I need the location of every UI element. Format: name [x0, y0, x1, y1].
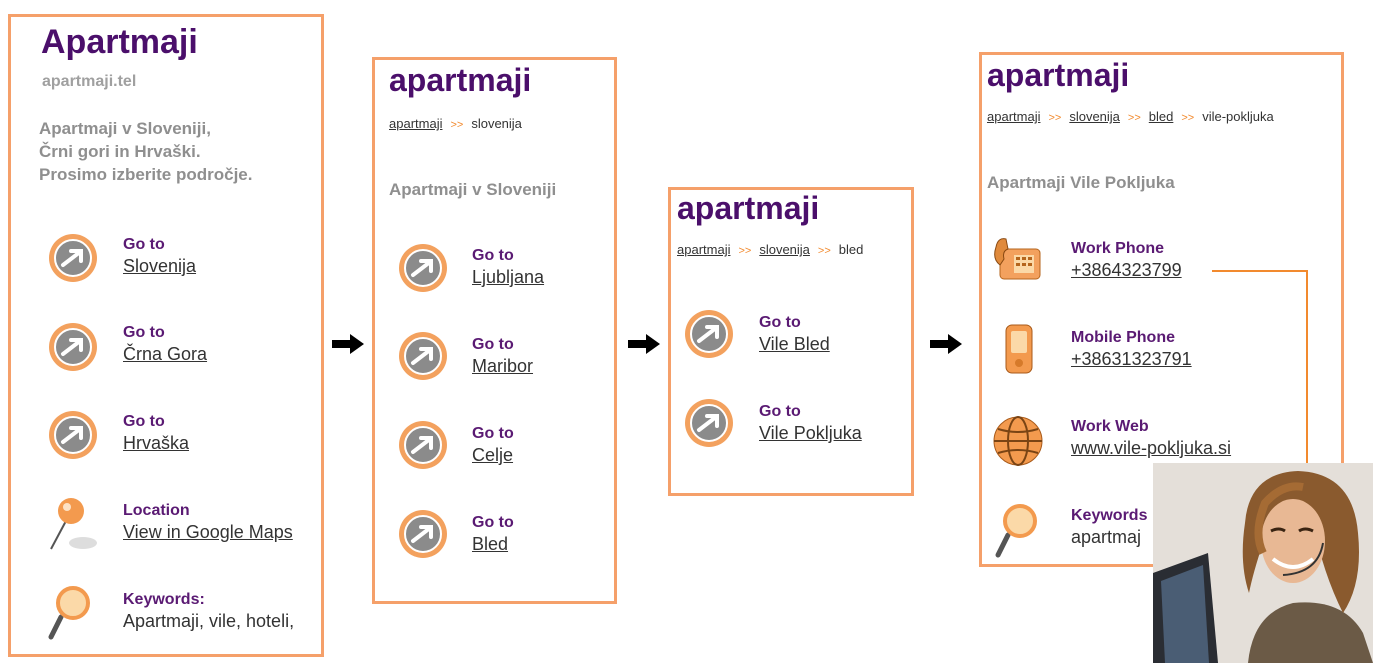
- arrow-circle-icon[interactable]: [683, 308, 735, 360]
- link-celje[interactable]: Celje: [472, 444, 514, 466]
- arrow-circle-icon[interactable]: [397, 330, 449, 382]
- item-label: Go to: [123, 236, 165, 253]
- item-label: Go to: [472, 336, 514, 353]
- arrow-circle-icon[interactable]: [47, 409, 99, 461]
- link-vile-bled[interactable]: Vile Bled: [759, 333, 830, 355]
- magnifier-icon: [994, 501, 1044, 559]
- arrow-circle-icon[interactable]: [397, 242, 449, 294]
- link-hrvaska[interactable]: Hrvaška: [123, 432, 189, 454]
- support-agent-photo: [1153, 463, 1373, 663]
- page-title: apartmaji: [677, 190, 820, 226]
- list-item-crna-gora: Go to Črna Gora: [123, 323, 207, 365]
- item-label: Location: [123, 502, 190, 519]
- list-item-slovenija: Go to Slovenija: [123, 235, 196, 277]
- breadcrumb-current: bled: [838, 242, 864, 257]
- section-subtitle: Apartmaji v Sloveniji: [389, 180, 557, 199]
- breadcrumb-separator: >>: [450, 119, 464, 131]
- link-crna-gora[interactable]: Črna Gora: [123, 343, 207, 365]
- keywords-value: Apartmaji, vile, hoteli,: [123, 611, 295, 631]
- breadcrumb-link-apartmaji[interactable]: apartmaji: [987, 109, 1040, 124]
- breadcrumb: apartmaji >> slovenija >> bled >> vile-pokljuk…: [987, 109, 1274, 124]
- link-google-maps[interactable]: View in Google Maps: [123, 521, 293, 543]
- description-line-3: Prosimo izberite področje.: [39, 165, 253, 184]
- item-label: Mobile Phone: [1071, 329, 1175, 346]
- description: Apartmaji v Sloveniji, Črni gori in Hrva…: [39, 117, 253, 186]
- item-label: Work Phone: [1071, 240, 1165, 257]
- page-title: Apartmaji: [41, 23, 198, 61]
- breadcrumb-separator: >>: [1127, 112, 1141, 124]
- link-vile-pokljuka[interactable]: Vile Pokljuka: [759, 422, 862, 444]
- keywords-value: apartmaj: [1071, 527, 1142, 547]
- flow-arrow-icon: [928, 333, 964, 355]
- item-label: Go to: [123, 324, 165, 341]
- item-label: Go to: [123, 413, 165, 430]
- breadcrumb: apartmaji >> slovenija >> bled: [677, 242, 863, 257]
- globe-icon: [992, 415, 1044, 467]
- breadcrumb-link-apartmaji[interactable]: apartmaji: [677, 242, 730, 257]
- breadcrumb-current: slovenija: [471, 116, 522, 131]
- mobile-phone-icon: [1002, 323, 1036, 375]
- section-subtitle: Apartmaji Vile Pokljuka: [987, 173, 1175, 192]
- item-label: Go to: [759, 314, 801, 331]
- link-maribor[interactable]: Maribor: [472, 355, 533, 377]
- arrow-circle-icon[interactable]: [397, 419, 449, 471]
- item-label: Work Web: [1071, 418, 1149, 435]
- list-item-work-web: Work Web www.vile-pokljuka.si: [1071, 417, 1231, 459]
- connector-line: [1306, 270, 1308, 466]
- item-label: Go to: [472, 247, 514, 264]
- link-work-phone[interactable]: +3864323799: [1071, 259, 1182, 281]
- link-bled[interactable]: Bled: [472, 533, 514, 555]
- breadcrumb-link-bled[interactable]: bled: [1149, 109, 1174, 124]
- breadcrumb-current: vile-pokljuka: [1202, 109, 1274, 124]
- page-title: apartmaji: [987, 57, 1130, 93]
- panel-home: Apartmaji apartmaji.tel Apartmaji v Slov…: [8, 14, 324, 657]
- list-item-mobile-phone: Mobile Phone +38631323791: [1071, 328, 1192, 370]
- link-ljubljana[interactable]: Ljubljana: [472, 266, 544, 288]
- panel-bled: apartmaji apartmaji >> slovenija >> bled Go …: [668, 187, 914, 496]
- magnifier-icon: [47, 583, 97, 641]
- list-item-ljubljana: Go to Ljubljana: [472, 246, 544, 288]
- link-work-web[interactable]: www.vile-pokljuka.si: [1071, 437, 1231, 459]
- list-item-vile-bled: Go to Vile Bled: [759, 313, 830, 355]
- breadcrumb: apartmaji >> slovenija: [389, 116, 522, 131]
- arrow-circle-icon[interactable]: [397, 508, 449, 560]
- breadcrumb-link-apartmaji[interactable]: apartmaji: [389, 116, 442, 131]
- list-item-keywords: Keywords apartmaj: [1071, 506, 1147, 548]
- item-label: Go to: [472, 514, 514, 531]
- breadcrumb-separator: >>: [738, 245, 752, 257]
- connector-line: [1212, 270, 1308, 272]
- breadcrumb-link-slovenija[interactable]: slovenija: [759, 242, 810, 257]
- description-line-1: Apartmaji v Sloveniji,: [39, 119, 211, 138]
- breadcrumb-link-slovenija[interactable]: slovenija: [1069, 109, 1120, 124]
- item-label: Keywords:: [123, 591, 205, 608]
- link-mobile-phone[interactable]: +38631323791: [1071, 348, 1192, 370]
- item-label: Keywords: [1071, 507, 1148, 524]
- panel-slovenija: apartmaji apartmaji >> slovenija Apartmaji…: [372, 57, 617, 604]
- list-item-location: Location View in Google Maps: [123, 501, 293, 543]
- list-item-hrvaska: Go to Hrvaška: [123, 412, 189, 454]
- description-line-2: Črni gori in Hrvaški.: [39, 142, 201, 161]
- list-item-celje: Go to Celje: [472, 424, 514, 466]
- list-item-work-phone: Work Phone +3864323799: [1071, 239, 1182, 281]
- list-item-keywords: Keywords: Apartmaji, vile, hoteli,: [123, 590, 294, 632]
- arrow-circle-icon[interactable]: [47, 321, 99, 373]
- map-pin-icon: [45, 495, 101, 553]
- list-item-maribor: Go to Maribor: [472, 335, 533, 377]
- item-label: Go to: [759, 403, 801, 420]
- breadcrumb-separator: >>: [1048, 112, 1062, 124]
- list-item-vile-pokljuka: Go to Vile Pokljuka: [759, 402, 862, 444]
- flow-arrow-icon: [330, 333, 366, 355]
- link-slovenija[interactable]: Slovenija: [123, 255, 196, 277]
- page-title: apartmaji: [389, 62, 532, 98]
- domain-label: apartmaji.tel: [42, 73, 137, 90]
- item-label: Go to: [472, 425, 514, 442]
- list-item-bled: Go to Bled: [472, 513, 514, 555]
- arrow-circle-icon[interactable]: [683, 397, 735, 449]
- arrow-circle-icon[interactable]: [47, 232, 99, 284]
- breadcrumb-separator: >>: [817, 245, 831, 257]
- desk-phone-icon: [992, 235, 1046, 285]
- breadcrumb-separator: >>: [1181, 112, 1195, 124]
- flow-arrow-icon: [626, 333, 662, 355]
